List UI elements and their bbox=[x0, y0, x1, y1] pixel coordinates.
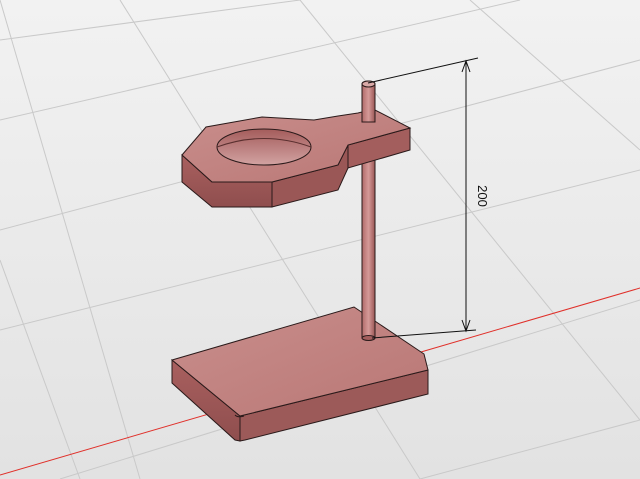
rod-top bbox=[361, 80, 376, 123]
dimension-value: 200 bbox=[475, 185, 490, 207]
scene-canvas[interactable]: 200 bbox=[0, 0, 640, 479]
cad-viewport[interactable]: 200 bbox=[0, 0, 640, 479]
